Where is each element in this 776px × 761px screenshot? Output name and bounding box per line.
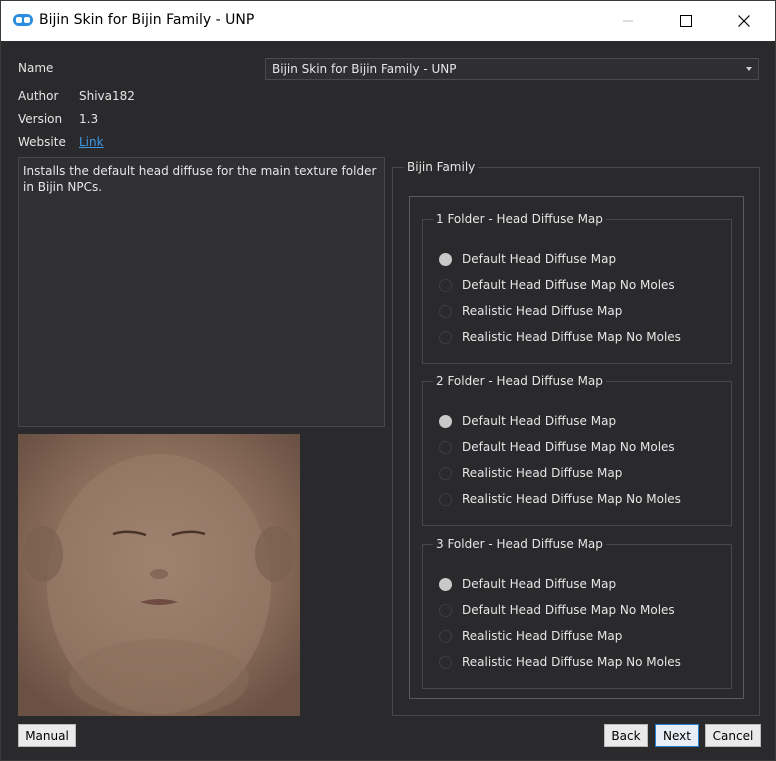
main-content: Name Bijin Skin for Bijin Family - UNP A…	[1, 41, 775, 760]
window-title: Bijin Skin for Bijin Family - UNP	[39, 12, 255, 28]
radio-option[interactable]: Default Head Diffuse Map	[439, 412, 616, 430]
folder-group-2: 2 Folder - Head Diffuse Map Default Head …	[422, 374, 732, 526]
manual-button[interactable]: Manual	[18, 724, 76, 747]
radio-option[interactable]: Realistic Head Diffuse Map No Moles	[439, 328, 681, 346]
radio-option[interactable]: Realistic Head Diffuse Map	[439, 627, 622, 645]
radio-button[interactable]	[439, 492, 452, 506]
version-label: Version	[18, 112, 63, 126]
folder-group-1: 1 Folder - Head Diffuse Map Default Head …	[422, 212, 732, 364]
description-box: Installs the default head diffuse for th…	[18, 157, 385, 427]
radio-option[interactable]: Default Head Diffuse Map No Moles	[439, 276, 675, 294]
radio-button[interactable]	[439, 278, 452, 292]
author-label: Author	[18, 89, 59, 103]
name-label: Name	[18, 61, 54, 75]
radio-button[interactable]	[439, 330, 452, 344]
radio-option[interactable]: Default Head Diffuse Map No Moles	[439, 438, 675, 456]
radio-label: Default Head Diffuse Map No Moles	[462, 440, 675, 454]
bijin-family-group: Bijin Family 1 Folder - Head Diffuse Map…	[392, 160, 760, 716]
radio-option[interactable]: Realistic Head Diffuse Map	[439, 302, 622, 320]
close-icon	[738, 15, 750, 27]
radio-option[interactable]: Default Head Diffuse Map No Moles	[439, 601, 675, 619]
radio-button[interactable]	[439, 440, 452, 454]
minimize-button[interactable]	[599, 1, 657, 41]
radio-label: Default Head Diffuse Map No Moles	[462, 603, 675, 617]
folder-group-3: 3 Folder - Head Diffuse Map Default Head …	[422, 537, 732, 689]
folder-group-title: 1 Folder - Head Diffuse Map	[433, 212, 606, 226]
name-combo-value: Bijin Skin for Bijin Family - UNP	[272, 62, 457, 76]
radio-button[interactable]	[439, 414, 452, 428]
next-button[interactable]: Next	[655, 724, 699, 747]
author-value: Shiva182	[79, 89, 135, 103]
radio-option[interactable]: Realistic Head Diffuse Map	[439, 464, 622, 482]
radio-button[interactable]	[439, 603, 452, 617]
version-value: 1.3	[79, 112, 99, 126]
radio-button[interactable]	[439, 629, 452, 643]
website-label: Website	[18, 135, 66, 149]
maximize-button[interactable]	[657, 1, 715, 41]
radio-label: Realistic Head Diffuse Map No Moles	[462, 655, 681, 669]
close-button[interactable]	[715, 1, 773, 41]
radio-option[interactable]: Default Head Diffuse Map	[439, 250, 616, 268]
radio-button[interactable]	[439, 466, 452, 480]
app-logo-icon	[13, 14, 33, 26]
website-link[interactable]: Link	[79, 135, 104, 149]
options-panel: 1 Folder - Head Diffuse Map Default Head …	[409, 196, 744, 699]
radio-button[interactable]	[439, 304, 452, 318]
radio-label: Realistic Head Diffuse Map	[462, 466, 623, 480]
radio-label: Default Head Diffuse Map	[462, 577, 617, 591]
folder-group-title: 3 Folder - Head Diffuse Map	[433, 537, 606, 551]
back-button[interactable]: Back	[604, 724, 648, 747]
title-bar[interactable]: Bijin Skin for Bijin Family - UNP	[1, 1, 775, 41]
radio-option[interactable]: Realistic Head Diffuse Map No Moles	[439, 490, 681, 508]
maximize-icon	[680, 15, 692, 27]
texture-preview-image	[18, 434, 300, 716]
name-combo-box[interactable]: Bijin Skin for Bijin Family - UNP	[265, 58, 759, 80]
radio-button[interactable]	[439, 577, 452, 591]
radio-label: Realistic Head Diffuse Map No Moles	[462, 492, 681, 506]
bijin-family-title: Bijin Family	[404, 160, 479, 174]
radio-option[interactable]: Default Head Diffuse Map	[439, 575, 616, 593]
radio-label: Default Head Diffuse Map	[462, 252, 617, 266]
radio-label: Default Head Diffuse Map	[462, 414, 617, 428]
radio-label: Realistic Head Diffuse Map	[462, 629, 623, 643]
cancel-button[interactable]: Cancel	[705, 724, 761, 747]
radio-label: Default Head Diffuse Map No Moles	[462, 278, 675, 292]
minimize-icon	[623, 20, 633, 22]
radio-label: Realistic Head Diffuse Map No Moles	[462, 330, 681, 344]
folder-group-title: 2 Folder - Head Diffuse Map	[433, 374, 606, 388]
radio-button[interactable]	[439, 252, 452, 266]
radio-button[interactable]	[439, 655, 452, 669]
installer-window: Bijin Skin for Bijin Family - UNP Name B…	[0, 0, 776, 761]
radio-option[interactable]: Realistic Head Diffuse Map No Moles	[439, 653, 681, 671]
chevron-down-icon	[746, 67, 752, 71]
radio-label: Realistic Head Diffuse Map	[462, 304, 623, 318]
